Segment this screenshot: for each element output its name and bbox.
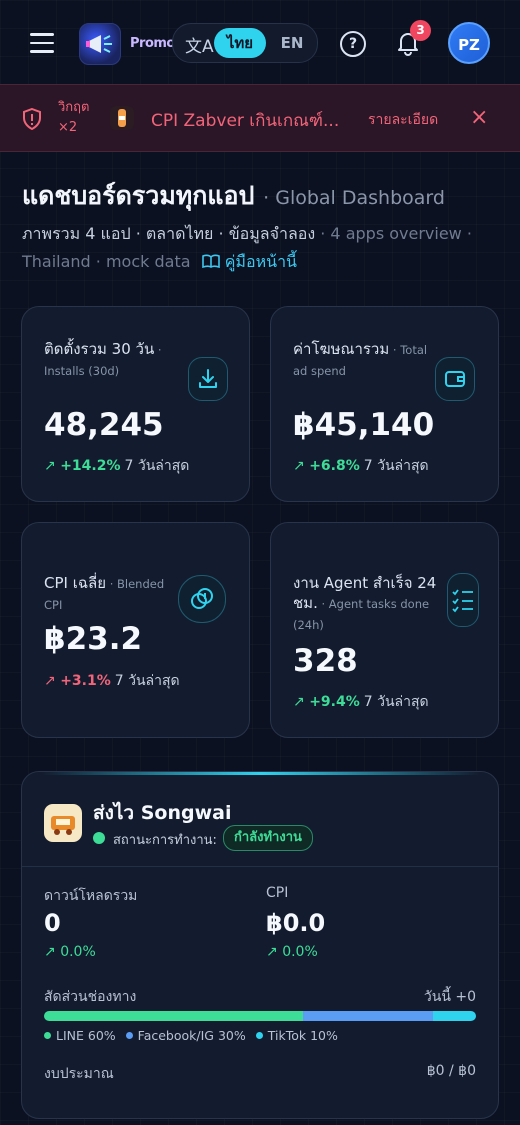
legend-dot — [44, 1032, 51, 1039]
downloads-value: 0 — [44, 909, 61, 937]
kpi-period: 7 วันล่าสุด — [363, 458, 429, 474]
page-title-en: · Global Dashboard — [263, 187, 445, 209]
alert-app-icon — [110, 106, 134, 130]
page-subtitle: ภาพรวม 4 แอป · ตลาดไทย · ข้อมูลจำลอง · 4… — [22, 220, 502, 276]
lang-en-button[interactable]: EN — [277, 28, 307, 58]
avatar[interactable]: PZ — [448, 22, 490, 64]
cpi-value: ฿0.0 — [266, 909, 326, 937]
arrow-up-right-icon: ↗ — [44, 944, 56, 960]
downloads-delta: ↗ 0.0% — [44, 944, 96, 960]
legend-dot — [125, 1032, 133, 1039]
cpi-delta-value: 0.0% — [282, 944, 318, 960]
alert-severity-label: วิกฤต — [58, 100, 90, 115]
kpi-label: ติดตั้งรวม 30 วัน · Installs (30d) — [44, 339, 174, 381]
kpi-label: CPI เฉลี่ย · Blended CPI — [44, 573, 174, 615]
kpi-card-installs[interactable]: ติดตั้งรวม 30 วัน · Installs (30d) 48,24… — [21, 306, 250, 502]
kpi-label: ค่าโฆษณารวม · Total ad spend — [293, 339, 429, 381]
downloads-label: ดาวน์โหลดรวม — [44, 888, 138, 904]
alert-severity-count: ×2 — [58, 120, 78, 135]
alert-message[interactable]: CPI Zabver เกินเกณฑ์... — [151, 107, 339, 134]
kpi-value: ฿23.2 — [44, 621, 143, 657]
page-guide-link[interactable]: คู่มือหน้านี้ — [196, 252, 297, 271]
alert-banner: วิกฤต ×2 CPI Zabver เกินเกณฑ์... รายละเอ… — [0, 84, 520, 152]
megaphone-icon — [86, 35, 112, 53]
kpi-label-th: ติดตั้งรวม 30 วัน — [44, 340, 155, 358]
lang-th-button[interactable]: ไทย — [214, 28, 266, 58]
wallet-icon — [435, 357, 475, 401]
kpi-delta-value: +3.1% — [60, 673, 111, 689]
arrow-up-right-icon: ↗ — [293, 458, 305, 474]
status-badge: กำลังทำงาน — [223, 825, 313, 851]
budget-label: งบประมาณ — [44, 1066, 114, 1082]
status-label: สถานะการทำงาน: — [113, 833, 217, 848]
kpi-delta-value: +14.2% — [60, 458, 121, 474]
app-card-songwai[interactable]: ส่งไว Songwai สถานะการทำงาน: กำลังทำงาน … — [21, 771, 499, 1119]
arrow-up-right-icon: ↗ — [293, 694, 305, 710]
channel-mix-today: วันนี้ +0 — [423, 989, 476, 1005]
cpi-label: CPI — [266, 885, 289, 901]
kpi-label-th: CPI เฉลี่ย — [44, 574, 107, 592]
legend-label: Facebook/IG 30% — [137, 1028, 246, 1043]
kpi-value: 328 — [293, 643, 358, 679]
kpi-value: 48,245 — [44, 407, 164, 443]
kpi-card-cpi[interactable]: CPI เฉลี่ย · Blended CPI ฿23.2 ↗ +3.1% 7 … — [21, 522, 250, 738]
kpi-period: 7 วันล่าสุด — [363, 694, 429, 710]
channel-mix-bar — [44, 1011, 476, 1021]
app-icon — [44, 804, 82, 842]
card-accent — [42, 772, 480, 775]
legend-label: LINE 60% — [56, 1028, 116, 1043]
legend-item: TikTok 10% — [255, 1028, 338, 1043]
kpi-card-agent-tasks[interactable]: งาน Agent สำเร็จ 24 ชม. · Agent tasks do… — [270, 522, 499, 738]
subtitle-th: ภาพรวม 4 แอป · ตลาดไทย · ข้อมูลจำลอง — [22, 224, 316, 243]
status-dot — [93, 832, 105, 844]
notification-badge: 3 — [410, 20, 431, 41]
checklist-icon — [447, 573, 479, 627]
legend-item: LINE 60% — [44, 1028, 116, 1043]
legend-label: TikTok 10% — [267, 1028, 338, 1043]
top-bar: PromoteAPP 文A ไทย EN ? 3 PZ — [0, 0, 520, 84]
alert-detail-link[interactable]: รายละเอียด — [368, 109, 438, 131]
language-switcher: 文A ไทย EN — [172, 23, 318, 63]
app-logo[interactable] — [79, 23, 121, 65]
kpi-period: 7 วันล่าสุด — [114, 673, 180, 689]
app-name: ส่งไว Songwai — [93, 802, 232, 824]
kpi-card-ad-spend[interactable]: ค่าโฆษณารวม · Total ad spend ฿45,140 ↗ +… — [270, 306, 499, 502]
kpi-label-th: ค่าโฆษณารวม — [293, 340, 390, 358]
kpi-delta: ↗ +6.8% 7 วันล่าสุด — [293, 455, 429, 477]
menu-icon[interactable] — [30, 33, 54, 53]
close-icon[interactable]: × — [470, 105, 488, 130]
channel-segment — [44, 1011, 304, 1021]
download-icon — [188, 357, 228, 401]
arrow-up-right-icon: ↗ — [44, 673, 56, 689]
channel-legend: LINE 60% Facebook/IG 30% TikTok 10% — [44, 1028, 348, 1043]
kpi-delta: ↗ +3.1% 7 วันล่าสุด — [44, 670, 180, 692]
translate-icon: 文A — [185, 37, 214, 57]
kpi-delta: ↗ +14.2% 7 วันล่าสุด — [44, 455, 189, 477]
page-guide-label: คู่มือหน้านี้ — [224, 252, 297, 271]
alert-severity: วิกฤต ×2 — [58, 98, 89, 138]
kpi-delta-value: +9.4% — [309, 694, 360, 710]
help-icon[interactable]: ? — [340, 31, 366, 57]
divider — [22, 866, 498, 867]
budget-value: ฿0 / ฿0 — [426, 1063, 476, 1079]
page-title-th: แดชบอร์ดรวมทุกแอป — [22, 181, 255, 210]
downloads-delta-value: 0.0% — [60, 944, 96, 960]
book-icon — [201, 254, 220, 269]
legend-item: Facebook/IG 30% — [125, 1028, 246, 1043]
coins-icon — [178, 575, 226, 623]
cpi-delta: ↗ 0.0% — [266, 944, 318, 960]
kpi-delta-value: +6.8% — [309, 458, 360, 474]
arrow-up-right-icon: ↗ — [44, 458, 56, 474]
kpi-value: ฿45,140 — [293, 407, 435, 443]
channel-mix-label: สัดส่วนช่องทาง — [44, 989, 137, 1005]
legend-dot — [255, 1032, 263, 1039]
page-title: แดชบอร์ดรวมทุกแอป · Global Dashboard — [22, 176, 445, 216]
channel-segment — [303, 1011, 433, 1021]
arrow-up-right-icon: ↗ — [266, 944, 278, 960]
kpi-period: 7 วันล่าสุด — [124, 458, 190, 474]
kpi-label: งาน Agent สำเร็จ 24 ชม. · Agent tasks do… — [293, 573, 439, 635]
channel-segment — [432, 1011, 476, 1021]
kpi-delta: ↗ +9.4% 7 วันล่าสุด — [293, 691, 429, 713]
shield-alert-icon — [23, 108, 41, 130]
